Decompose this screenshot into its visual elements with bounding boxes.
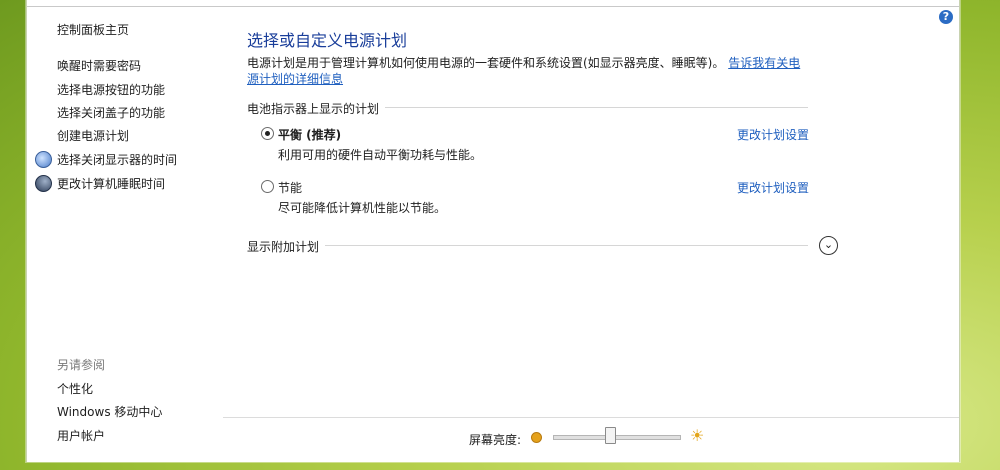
page-description: 电源计划是用于管理计算机如何使用电源的一套硬件和系统设置(如显示器亮度、睡眠等)…: [247, 55, 812, 87]
chevron-down-icon[interactable]: ⌄: [819, 236, 838, 255]
plan-power-saver-radio[interactable]: [261, 180, 274, 193]
plan-balanced-description: 利用可用的硬件自动平衡功耗与性能。: [278, 148, 483, 162]
plan-power-saver-description: 尽可能降低计算机性能以节能。: [278, 201, 447, 215]
brightness-slider-track[interactable]: [553, 435, 681, 440]
brightness-label: 屏幕亮度:: [469, 433, 522, 447]
dim-sun-icon[interactable]: [531, 432, 542, 443]
brightness-slider-thumb[interactable]: [605, 427, 617, 444]
task-power-button-link[interactable]: 选择电源按钮的功能: [57, 81, 165, 98]
help-icon[interactable]: ?: [939, 10, 953, 24]
see-also-user-accounts-link[interactable]: 用户帐户: [57, 427, 105, 444]
bright-sun-icon[interactable]: ☀: [690, 428, 704, 444]
description-text: 电源计划是用于管理计算机如何使用电源的一套硬件和系统设置(如显示器亮度、睡眠等)…: [247, 56, 725, 70]
plan-power-saver-change-settings-link[interactable]: 更改计划设置: [737, 179, 809, 196]
plan-power-saver-name[interactable]: 节能: [278, 179, 302, 196]
left-pane: 控制面板主页 唤醒时需要密码 选择电源按钮的功能 选择关闭盖子的功能 创建电源计…: [27, 0, 223, 462]
monitor-icon: [35, 151, 52, 168]
task-close-lid-link[interactable]: 选择关闭盖子的功能: [57, 104, 165, 121]
section-divider: [247, 245, 808, 246]
control-panel-home-link[interactable]: 控制面板主页: [57, 21, 129, 38]
plan-balanced-change-settings-link[interactable]: 更改计划设置: [737, 126, 809, 143]
task-display-off-link[interactable]: 选择关闭显示器的时间: [57, 151, 177, 168]
battery-plans-section-header: 电池指示器上显示的计划: [247, 100, 808, 117]
task-require-password-link[interactable]: 唤醒时需要密码: [57, 57, 141, 74]
plan-balanced-radio[interactable]: [261, 127, 274, 140]
footer-divider: [223, 417, 959, 418]
moon-icon: [35, 175, 52, 192]
battery-plans-label: 电池指示器上显示的计划: [247, 100, 386, 117]
additional-plans-section-header: 显示附加计划: [247, 238, 808, 255]
task-sleep-time-link[interactable]: 更改计算机睡眠时间: [57, 175, 165, 192]
main-pane: 选择或自定义电源计划 电源计划是用于管理计算机如何使用电源的一套硬件和系统设置(…: [247, 0, 847, 462]
task-create-plan-link[interactable]: 创建电源计划: [57, 127, 129, 144]
additional-plans-label[interactable]: 显示附加计划: [247, 238, 326, 255]
see-also-mobility-center-link[interactable]: Windows 移动中心: [57, 403, 162, 420]
power-options-window: ? 控制面板主页 唤醒时需要密码 选择电源按钮的功能 选择关闭盖子的功能 创建电…: [26, 0, 960, 462]
see-also-personalization-link[interactable]: 个性化: [57, 380, 93, 397]
plan-balanced-name[interactable]: 平衡 (推荐): [278, 126, 341, 143]
page-title: 选择或自定义电源计划: [247, 31, 408, 50]
see-also-heading: 另请参阅: [57, 358, 106, 372]
